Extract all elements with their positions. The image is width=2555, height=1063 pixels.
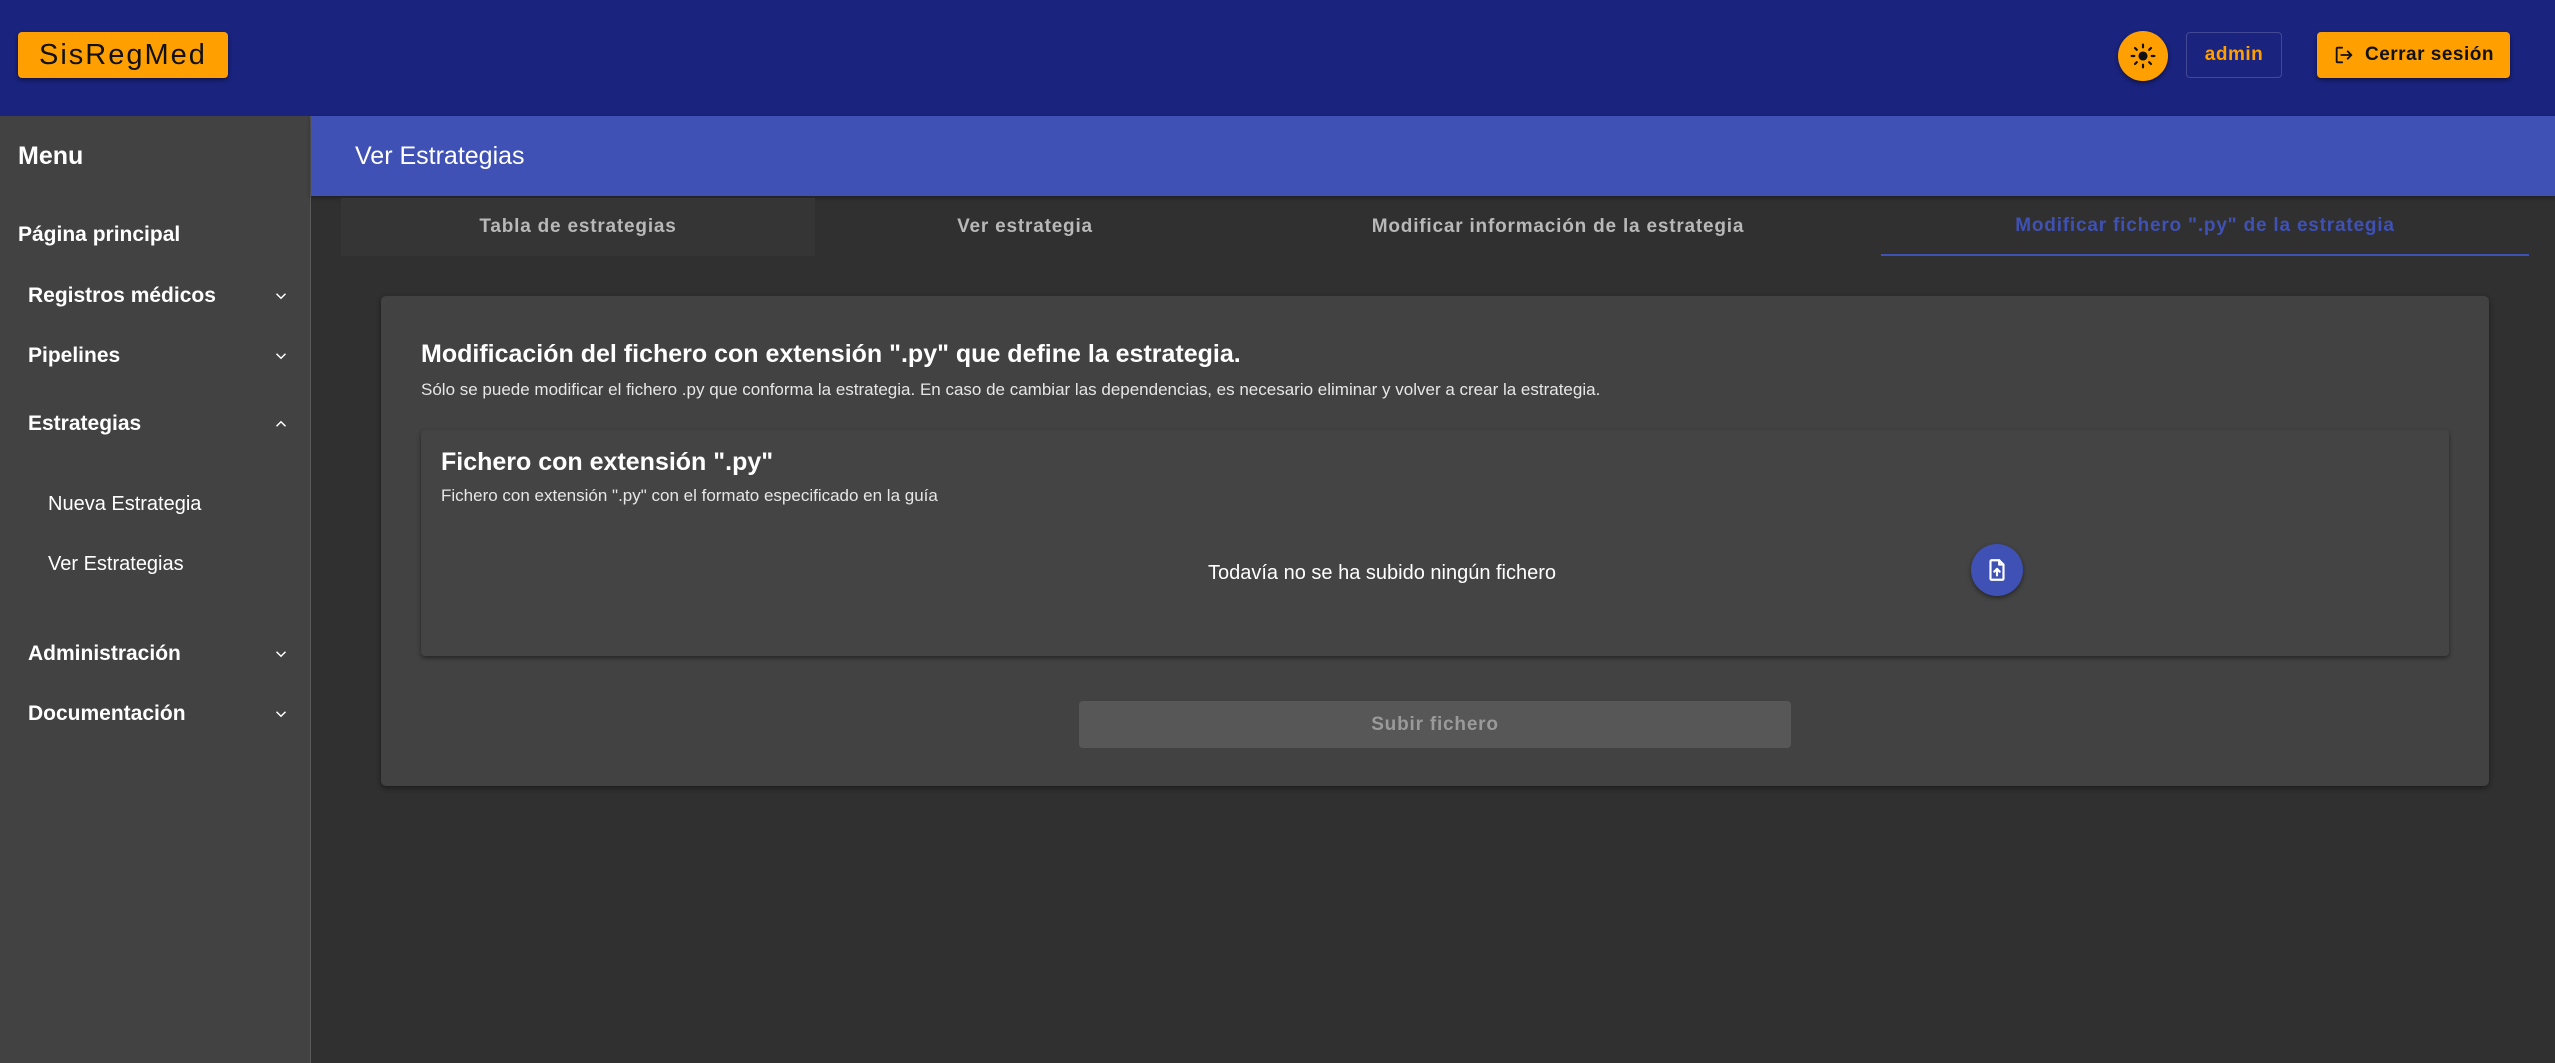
user-button[interactable]: admin [2186, 32, 2282, 78]
sidebar-item-nueva-estrategia[interactable]: Nueva Estrategia [48, 493, 201, 516]
chevron-down-icon [275, 651, 287, 658]
chevron-down-icon [275, 293, 287, 300]
sidebar-item-home[interactable]: Página principal [18, 223, 180, 247]
sidebar-item-label: Documentación [28, 702, 186, 725]
page-title: Ver Estrategias [355, 142, 525, 170]
tab-ver-estrategia[interactable]: Ver estrategia [815, 198, 1235, 256]
sun-icon [2130, 43, 2156, 69]
chevron-down-icon [275, 353, 287, 360]
sidebar-item-label: Administración [28, 642, 181, 665]
card-title: Modificación del fichero con extensión "… [421, 340, 1241, 368]
logout-icon [2335, 46, 2353, 64]
sidebar-item-registros-medicos[interactable]: Registros médicos [28, 284, 290, 308]
sidebar-item-documentacion[interactable]: Documentación [28, 702, 290, 726]
brand-logo[interactable]: SisRegMed [18, 32, 228, 78]
tab-modificar-informacion[interactable]: Modificar información de la estrategia [1235, 198, 1881, 256]
file-status-text: Todavía no se ha subido ningún fichero [1208, 562, 1557, 584]
sidebar-item-ver-estrategias[interactable]: Ver Estrategias [48, 553, 184, 576]
sidebar-item-administracion[interactable]: Administración [28, 642, 290, 666]
chevron-up-icon [275, 420, 287, 427]
card-description: Sólo se puede modificar el fichero .py q… [421, 380, 1601, 399]
sidebar-item-label: Registros médicos [28, 284, 216, 307]
sidebar-item-estrategias[interactable]: Estrategias [28, 412, 290, 436]
app-bar: SisRegMed admin Cerrar sesión [0, 0, 2555, 116]
chevron-down-icon [275, 711, 287, 718]
theme-toggle-button[interactable] [2118, 31, 2168, 81]
sidebar: Menu Página principal Registros médicos … [0, 116, 311, 1063]
sidebar-item-label: Pipelines [28, 344, 121, 367]
modify-file-card: Modificación del fichero con extensión "… [381, 296, 2489, 786]
user-label: admin [2204, 44, 2264, 65]
file-upload-section: Fichero con extensión ".py" Fichero con … [421, 430, 2449, 656]
tab-modificar-fichero[interactable]: Modificar fichero ".py" de la estrategia [1881, 198, 2529, 256]
file-upload-icon [1989, 559, 2005, 581]
submit-file-button[interactable]: Subir fichero [1079, 701, 1791, 748]
logout-button[interactable]: Cerrar sesión [2317, 32, 2510, 78]
file-section-title: Fichero con extensión ".py" [441, 448, 774, 476]
page-header: Ver Estrategias [311, 116, 2555, 196]
tab-tabla-estrategias[interactable]: Tabla de estrategias [341, 198, 815, 256]
menu-title: Menu [18, 142, 84, 170]
sidebar-item-label: Estrategias [28, 412, 142, 435]
logout-label: Cerrar sesión [2364, 44, 2494, 65]
select-file-button[interactable] [1971, 544, 2023, 596]
sidebar-item-pipelines[interactable]: Pipelines [28, 344, 290, 368]
file-section-description: Fichero con extensión ".py" con el forma… [441, 486, 938, 505]
